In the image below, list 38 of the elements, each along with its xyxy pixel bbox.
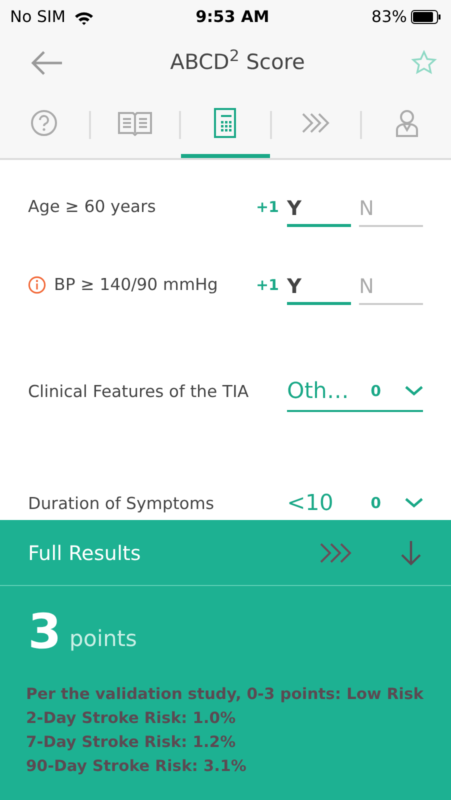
- results-title: Full Results: [28, 540, 141, 566]
- person-icon: [394, 109, 419, 137]
- star-icon: [411, 50, 437, 76]
- book-icon: [116, 110, 153, 136]
- carrier-text: No SIM: [10, 6, 66, 28]
- option-button[interactable]: N: [359, 265, 423, 305]
- chevron-down-icon: [405, 386, 423, 396]
- battery-text: 83%: [371, 6, 407, 28]
- time-text: 9:53 AM: [196, 6, 270, 28]
- option-button[interactable]: N: [359, 187, 423, 227]
- score-value: 3: [28, 608, 62, 656]
- field-label: Age ≥ 60 years: [28, 196, 156, 218]
- result-text: 7-Day Stroke Risk: 1.2%: [26, 732, 237, 753]
- back-button[interactable]: [30, 50, 64, 76]
- result-text: 90-Day Stroke Risk: 3.1%: [26, 756, 248, 777]
- points-text: +1: [256, 196, 279, 218]
- wifi-icon: [74, 10, 94, 24]
- points-text: +1: [256, 274, 279, 296]
- score-unit: points: [69, 626, 137, 654]
- result-text: 2-Day Stroke Risk: 1.0%: [26, 708, 237, 729]
- dropdown-field[interactable]: Oth… 0: [287, 372, 423, 412]
- chevron-down-icon: [405, 498, 423, 508]
- back-arrow-icon: [30, 51, 64, 76]
- results-header[interactable]: Full Results: [0, 520, 451, 586]
- favorite-button[interactable]: [411, 50, 437, 76]
- battery-icon: [410, 10, 441, 24]
- field-label: Clinical Features of the TIA: [28, 380, 249, 403]
- screen-title: ABCD$^{2}$ Score: [170, 47, 305, 76]
- chevrons-icon: [301, 111, 332, 135]
- question-icon: [30, 109, 58, 137]
- option-button[interactable]: Y: [287, 265, 351, 305]
- option-button[interactable]: Y: [287, 187, 351, 227]
- calculator-icon: [213, 108, 238, 138]
- field-label: Duration of Symptoms: [28, 492, 214, 515]
- chevrons-icon: [319, 542, 353, 564]
- field-label: BP ≥ 140/90 mmHg: [54, 274, 218, 296]
- down-arrow-icon: [401, 540, 421, 566]
- result-text: Per the validation study, 0-3 points: Low Risk: [26, 684, 425, 705]
